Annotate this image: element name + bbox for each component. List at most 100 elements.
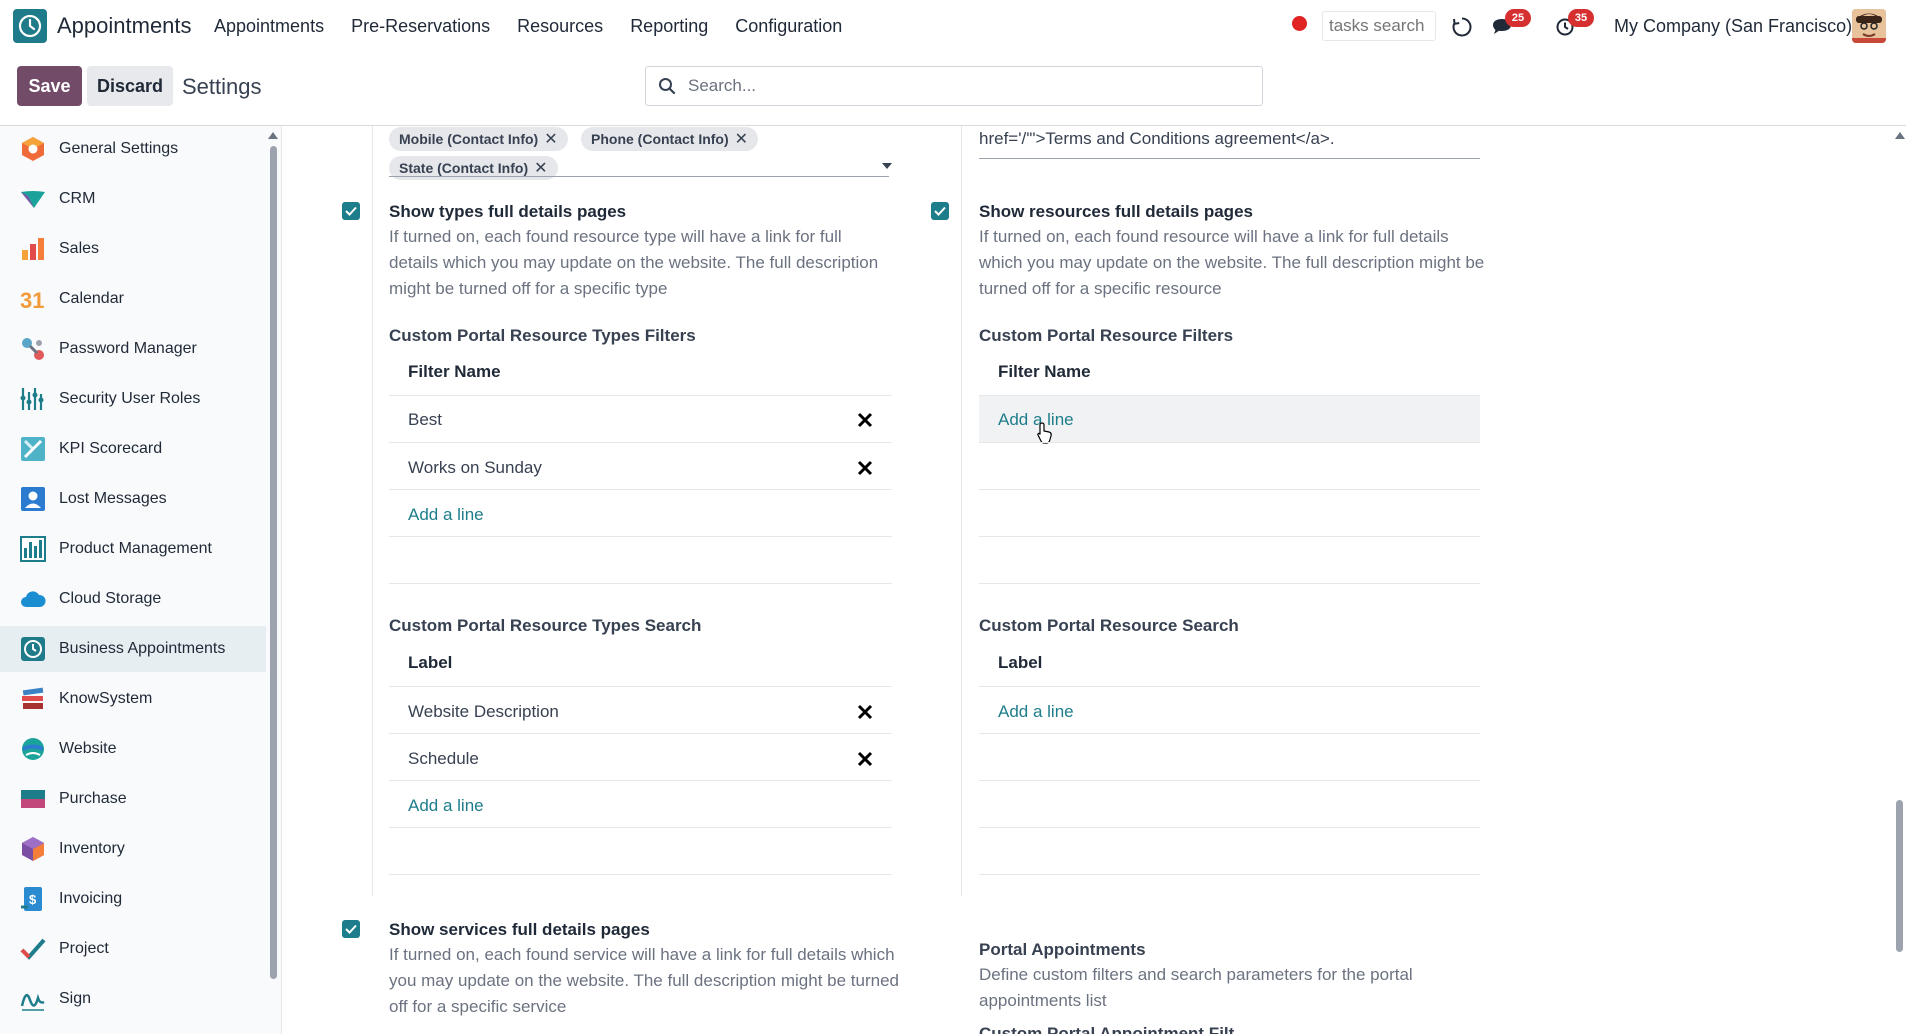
delete-row-icon[interactable]: [857, 460, 873, 476]
remove-tag-icon[interactable]: ✕: [544, 129, 557, 149]
sidebar-item-sign[interactable]: Sign: [0, 976, 266, 1022]
knowsystem-icon: [22, 687, 44, 709]
delete-row-icon[interactable]: [857, 412, 873, 428]
terms-html-field[interactable]: href='/'">Terms and Conditions agreement…: [979, 129, 1335, 149]
row-divider: [389, 395, 892, 396]
kpi-icon: [21, 437, 45, 461]
chat-refresh-icon[interactable]: [1447, 12, 1477, 42]
appointments-app-icon[interactable]: [13, 9, 47, 43]
tasks-search-input[interactable]: [1322, 11, 1436, 41]
menu-reporting[interactable]: Reporting: [630, 16, 708, 37]
settings-search[interactable]: [645, 66, 1263, 106]
sidebar-item-inventory[interactable]: Inventory: [0, 826, 266, 872]
mouse-pointer-icon: [1037, 422, 1052, 444]
security-roles-icon: [20, 388, 44, 410]
menu-pre-reservations[interactable]: Pre-Reservations: [351, 16, 490, 37]
filter-row-works-on-sunday[interactable]: Works on Sunday: [408, 458, 542, 478]
sidebar-item-knowsystem[interactable]: KnowSystem: [0, 676, 266, 722]
settings-sidebar: General Settings CRM Sales 31 Calendar P…: [0, 126, 282, 1034]
search-row-schedule[interactable]: Schedule: [408, 749, 479, 769]
menu-resources[interactable]: Resources: [517, 16, 603, 37]
add-type-filter-link[interactable]: Add a line: [408, 505, 484, 525]
add-resource-filter-link[interactable]: Add a line: [998, 410, 1074, 430]
sales-icon: [22, 238, 44, 260]
show-types-desc: If turned on, each found resource type w…: [389, 227, 879, 298]
sidebar-item-password-manager[interactable]: Password Manager: [0, 326, 266, 372]
sidebar-item-kpi-scorecard[interactable]: KPI Scorecard: [0, 426, 266, 472]
sidebar-scroll-thumb[interactable]: [270, 146, 277, 979]
show-services-desc: If turned on, each found service will ha…: [389, 945, 899, 1016]
sign-icon: [20, 993, 45, 1011]
show-services-checkbox[interactable]: [342, 920, 360, 938]
sidebar-scroll-up-icon[interactable]: [268, 132, 278, 139]
sidebar-item-general-settings[interactable]: General Settings: [0, 126, 266, 172]
menu-configuration[interactable]: Configuration: [735, 16, 842, 37]
business-appointments-icon: [21, 637, 45, 661]
sidebar-item-website[interactable]: Website: [0, 726, 266, 772]
show-resources-checkbox[interactable]: [931, 202, 949, 220]
resource-search-title: Custom Portal Resource Search: [979, 616, 1239, 635]
messages-icon[interactable]: 25: [1487, 9, 1531, 42]
row-divider: [389, 536, 892, 537]
sidebar-item-sales[interactable]: Sales: [0, 226, 266, 272]
show-types-checkbox[interactable]: [342, 202, 360, 220]
types-search-header: Label: [408, 653, 453, 672]
save-button[interactable]: Save: [17, 66, 82, 106]
product-management-icon: [20, 536, 46, 562]
top-navbar: Appointments Appointments Pre-Reservatio…: [0, 0, 1906, 52]
remove-tag-icon[interactable]: ✕: [534, 158, 547, 178]
sidebar-item-purchase[interactable]: Purchase: [0, 776, 266, 822]
main-scroll-thumb[interactable]: [1896, 800, 1903, 952]
row-divider: [389, 686, 892, 687]
delete-row-icon[interactable]: [857, 704, 873, 720]
main-menu: Appointments Pre-Reservations Resources …: [214, 16, 869, 37]
sidebar-item-crm[interactable]: CRM: [0, 176, 266, 222]
sidebar-item-business-appointments[interactable]: Business Appointments: [0, 626, 266, 672]
invoicing-icon: $: [21, 887, 42, 911]
sidebar-item-security-user-roles[interactable]: Security User Roles: [0, 376, 266, 422]
activities-badge: 35: [1568, 9, 1594, 27]
inventory-icon: [22, 837, 44, 861]
filter-row-best[interactable]: Best: [408, 410, 442, 430]
search-row-website-description[interactable]: Website Description: [408, 702, 559, 722]
add-resource-search-link[interactable]: Add a line: [998, 702, 1074, 722]
row-divider: [389, 874, 892, 875]
company-switcher[interactable]: My Company (San Francisco): [1614, 16, 1852, 37]
delete-row-icon[interactable]: [857, 751, 873, 767]
purchase-icon: [21, 790, 45, 808]
password-manager-icon: [22, 338, 44, 360]
sidebar-item-calendar[interactable]: 31 Calendar: [0, 276, 266, 322]
discard-button[interactable]: Discard: [87, 66, 173, 106]
main-scroll-up-icon[interactable]: [1895, 132, 1905, 139]
row-divider: [389, 489, 892, 490]
row-divider: [979, 686, 1480, 687]
activities-clock-icon[interactable]: 35: [1550, 9, 1594, 42]
show-resources-title: Show resources full details pages: [979, 202, 1253, 221]
row-divider: [979, 874, 1480, 875]
row-divider: [979, 442, 1480, 443]
breadcrumb: Settings: [182, 74, 262, 99]
row-divider: [979, 583, 1480, 584]
add-type-search-link[interactable]: Add a line: [408, 796, 484, 816]
search-input[interactable]: [686, 75, 1246, 97]
sidebar-item-lost-messages[interactable]: Lost Messages: [0, 476, 266, 522]
user-avatar[interactable]: [1852, 9, 1886, 43]
svg-text:$: $: [29, 892, 37, 907]
sidebar-item-project[interactable]: Project: [0, 926, 266, 972]
sidebar-item-product-management[interactable]: Product Management: [0, 526, 266, 572]
left-column-divider: [372, 126, 373, 896]
row-divider: [389, 583, 892, 584]
sidebar-item-invoicing[interactable]: $ Invoicing: [0, 876, 266, 922]
remove-tag-icon[interactable]: ✕: [735, 129, 748, 149]
tags-field-underline: [389, 176, 889, 177]
show-services-title: Show services full details pages: [389, 920, 650, 939]
resource-filters-header: Filter Name: [998, 362, 1091, 381]
menu-appointments[interactable]: Appointments: [214, 16, 324, 37]
settings-content: Mobile (Contact Info) ✕ Phone (Contact In…: [283, 126, 1906, 1034]
general-settings-icon: [22, 137, 44, 161]
app-name[interactable]: Appointments: [57, 13, 192, 39]
cloud-storage-icon: [21, 591, 46, 607]
recording-indicator-icon[interactable]: [1292, 16, 1307, 31]
sidebar-item-cloud-storage[interactable]: Cloud Storage: [0, 576, 266, 622]
tags-dropdown-icon[interactable]: [882, 163, 892, 169]
